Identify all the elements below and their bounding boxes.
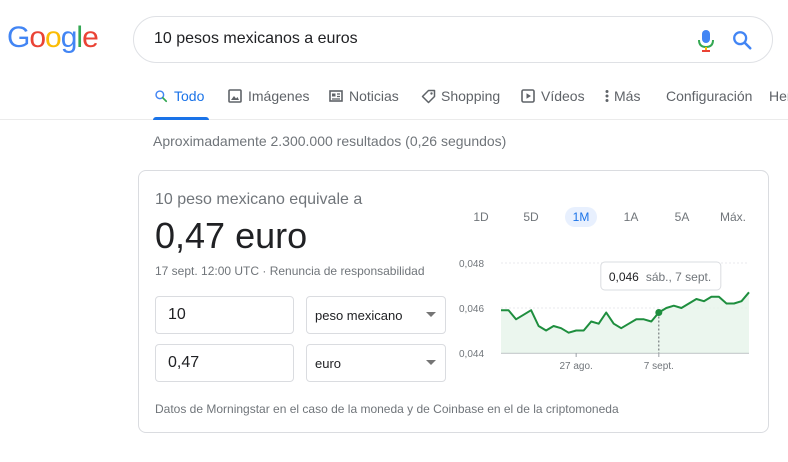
conversion-result: 0,47 euro bbox=[155, 215, 308, 256]
range-1d[interactable]: 1D bbox=[470, 210, 492, 224]
tab-mas[interactable]: Más bbox=[603, 88, 640, 104]
microphone-icon[interactable] bbox=[697, 29, 715, 53]
to-amount-field[interactable]: 0,47 bbox=[155, 344, 294, 382]
result-stats: Aproximadamente 2.300.000 resultados (0,… bbox=[153, 133, 507, 149]
logo-letter: g bbox=[60, 21, 78, 54]
active-tab-indicator bbox=[153, 117, 209, 120]
tooltip-date: sáb., 7 sept. bbox=[646, 270, 711, 284]
equivalence-label: 10 peso mexicano equivale a bbox=[155, 191, 363, 208]
range-5d[interactable]: 5D bbox=[520, 210, 542, 224]
y-tick-label: 0,048 bbox=[459, 259, 484, 270]
google-logo[interactable]: Google bbox=[7, 21, 99, 55]
to-amount-value[interactable]: 0,47 bbox=[168, 354, 199, 372]
tab-label: Noticias bbox=[349, 88, 399, 104]
tab-label: Vídeos bbox=[541, 88, 585, 104]
tooltip-value: 0,046 bbox=[609, 270, 639, 284]
y-tick-label: 0,044 bbox=[459, 349, 484, 360]
search-tabs: Todo Imágenes Noticias Shopping Vídeos M… bbox=[0, 80, 788, 120]
exchange-rate-chart[interactable]: 0,048 0,046 0,044 27 ago. 7 sept. 0,046 sáb., … bbox=[459, 256, 759, 376]
more-vert-icon bbox=[603, 88, 611, 104]
range-1m[interactable]: 1M bbox=[565, 207, 597, 227]
play-icon bbox=[520, 88, 536, 104]
range-5a[interactable]: 5A bbox=[671, 210, 693, 224]
tab-label: Más bbox=[614, 88, 641, 104]
x-tick-label: 27 ago. bbox=[559, 361, 592, 372]
chart-area bbox=[501, 292, 749, 353]
tab-todo[interactable]: Todo bbox=[153, 88, 204, 104]
x-tick-label: 7 sept. bbox=[644, 361, 674, 372]
to-currency-select[interactable]: euro bbox=[306, 344, 446, 382]
logo-letter: o bbox=[29, 21, 46, 54]
tab-imagenes[interactable]: Imágenes bbox=[227, 88, 309, 104]
search-icon[interactable] bbox=[731, 29, 753, 51]
tab-label: Todo bbox=[174, 88, 205, 104]
tab-configuracion[interactable]: Configuración bbox=[666, 88, 752, 104]
tab-videos[interactable]: Vídeos bbox=[520, 88, 585, 104]
tab-label: Her bbox=[769, 88, 788, 104]
logo-letter: o bbox=[45, 21, 62, 54]
search-input[interactable]: 10 pesos mexicanos a euros bbox=[154, 30, 358, 48]
tab-shopping[interactable]: Shopping bbox=[420, 88, 500, 104]
to-currency-value: euro bbox=[315, 356, 342, 371]
dropdown-arrow-icon bbox=[426, 312, 436, 317]
range-max[interactable]: Máx. bbox=[717, 210, 749, 224]
range-1a[interactable]: 1A bbox=[620, 210, 642, 224]
from-currency-select[interactable]: peso mexicano bbox=[306, 296, 446, 334]
search-box[interactable]: 10 pesos mexicanos a euros bbox=[133, 16, 773, 63]
dropdown-arrow-icon bbox=[426, 360, 436, 365]
y-tick-label: 0,046 bbox=[459, 304, 484, 315]
timestamp-disclaimer[interactable]: 17 sept. 12:00 UTC · Renuncia de respons… bbox=[155, 264, 425, 278]
logo-letter: e bbox=[82, 21, 99, 54]
tab-label: Shopping bbox=[441, 88, 501, 104]
tab-label: Imágenes bbox=[248, 88, 310, 104]
search-icon bbox=[153, 88, 169, 104]
from-currency-value: peso mexicano bbox=[315, 308, 403, 323]
from-amount-value[interactable]: 10 bbox=[168, 306, 186, 324]
currency-converter-card: 10 peso mexicano equivale a 0,47 euro 17… bbox=[138, 170, 769, 433]
tab-label: Configuración bbox=[666, 88, 753, 104]
tab-noticias[interactable]: Noticias bbox=[328, 88, 399, 104]
tag-icon bbox=[420, 88, 436, 104]
from-amount-field[interactable]: 10 bbox=[155, 296, 294, 334]
news-icon bbox=[328, 88, 344, 104]
logo-letter: G bbox=[7, 21, 30, 54]
image-icon bbox=[227, 88, 243, 104]
tab-herramientas[interactable]: Her bbox=[769, 88, 788, 104]
hover-point bbox=[655, 309, 663, 316]
data-source-note: Datos de Morningstar en el caso de la mo… bbox=[155, 402, 619, 416]
